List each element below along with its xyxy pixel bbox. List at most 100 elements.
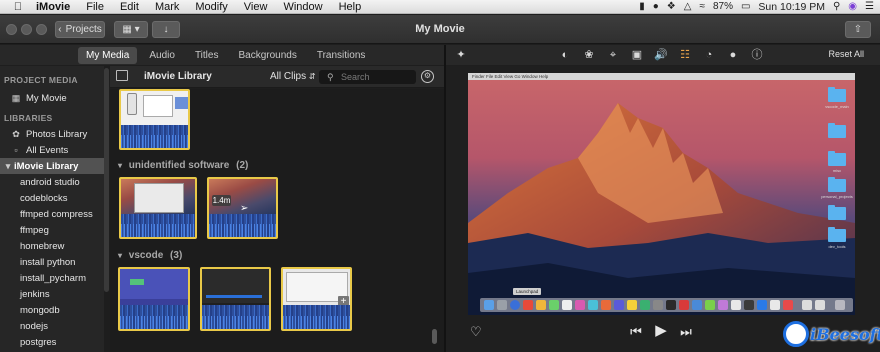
import-button[interactable]: ↓ [152,21,180,38]
desktop-folder-icon [828,87,846,102]
clip-thumbnail[interactable] [200,267,271,331]
audio-waveform [121,125,188,148]
volume-icon[interactable]: 🔊 [654,48,668,62]
disclosure-triangle-icon: ▾ [118,251,123,260]
event-group-header[interactable]: ▾ unidentified software (2) [118,160,248,171]
menu-mark[interactable]: Mark [147,1,187,13]
airplay-icon[interactable]: △ [684,1,692,12]
event-group-header[interactable]: ▾ vscode (3) [118,250,182,261]
menu-app-name[interactable]: iMovie [28,1,78,13]
browser-scrollbar[interactable] [432,329,437,344]
spotlight-icon[interactable]: ⚲ [833,1,840,12]
sidebar-event[interactable]: ffmped compress [0,206,104,222]
magic-wand-icon[interactable]: ✦ [454,48,468,62]
desktop-folder-icon [828,123,846,138]
sidebar-event[interactable]: homebrew [0,238,104,254]
projects-label: Projects [65,24,102,35]
clip-thumbnail[interactable] [118,267,190,331]
dock-app-icon [802,300,812,310]
sidebar-event[interactable]: ffmpeg [0,222,104,238]
sidebar-item-all-events[interactable]: ▫ All Events [0,142,104,158]
menu-view[interactable]: View [236,1,276,13]
zoom-window-button[interactable] [36,24,47,35]
color-balance-icon[interactable]: ◐ [558,48,572,62]
viewer: Finder File Edit View Go Window Help vsc… [446,66,880,352]
tab-backgrounds[interactable]: Backgrounds [230,47,304,64]
skip-forward-icon[interactable]: ⏭ [679,325,693,339]
speed-icon[interactable]: ◔ [702,48,716,62]
play-icon[interactable]: ▶ [653,323,669,338]
sidebar-item-imovie-library[interactable]: ▾ iMovie Library [0,158,104,174]
noise-reduction-icon[interactable]: ● [726,48,740,62]
dropbox-icon[interactable]: ❖ [667,1,676,12]
reset-all-button[interactable]: Reset All [828,49,864,59]
clip-thumbnail[interactable]: 1.4m ➢ [207,177,278,239]
group-count: (2) [236,160,249,171]
apple-menu-icon[interactable]:  [8,1,28,13]
evernote-icon[interactable]: ● [653,1,659,12]
sidebar-event[interactable]: android studio [0,174,104,190]
clip-filter-select[interactable]: All Clips ⇵ [270,71,316,82]
close-window-button[interactable] [6,24,17,35]
sidebar-event[interactable]: install python [0,254,104,270]
sidebar-event[interactable]: install_pycharm [0,270,104,286]
clip-thumbnail[interactable] [119,177,197,239]
tab-audio[interactable]: Audio [141,47,183,64]
menu-file[interactable]: File [78,1,112,13]
tab-titles[interactable]: Titles [187,47,227,64]
equalizer-icon[interactable]: ☷ [678,48,692,62]
disclosure-triangle-icon[interactable]: ▾ [4,161,12,172]
display-icon[interactable]: ▮ [639,1,645,12]
menu-modify[interactable]: Modify [187,1,235,13]
download-arrow-icon: ↓ [163,24,169,35]
stabilization-icon[interactable]: ▣ [630,48,644,62]
desktop-folder-icon [828,177,846,192]
info-icon[interactable]: ⓘ [750,48,764,62]
thumbnail-phone [127,93,137,115]
audio-waveform [121,213,195,237]
sidebar-scrollbar[interactable] [104,68,109,292]
sidebar-item-my-movie[interactable]: ▦ My Movie [0,90,104,106]
minimize-window-button[interactable] [21,24,32,35]
event-label: nodejs [20,320,48,332]
menu-help[interactable]: Help [331,1,370,13]
clock[interactable]: Sun 10:19 PM [758,1,825,13]
tab-transitions[interactable]: Transitions [309,47,374,64]
photos-icon: ✿ [12,128,20,139]
sidebar-event[interactable]: postgres [0,334,104,350]
sidebar-item-photos-library[interactable]: ✿ Photos Library [0,126,104,142]
sidebar-event[interactable]: jenkins [0,286,104,302]
clip-browser: ▾ unidentified software (2) 1.4m ➢ ▾ vsc… [110,89,444,352]
desktop-folder-icon [828,151,846,166]
crop-icon[interactable]: ⌖ [606,48,620,62]
thumbnail-editor-button [130,279,144,285]
wifi-icon[interactable]: ≈ [699,1,705,12]
share-button[interactable]: ⇧ [845,21,871,38]
event-label: mongodb [20,304,60,316]
sidebar-event[interactable]: codeblocks [0,190,104,206]
sidebar-event[interactable]: nodejs [0,318,104,334]
search-input[interactable]: ⚲ Search [319,70,416,84]
clip-thumbnail[interactable] [119,89,190,150]
preview-frame[interactable]: Finder File Edit View Go Window Help vsc… [468,73,855,315]
menu-edit[interactable]: Edit [112,1,147,13]
sidebar-toggle-icon[interactable] [116,70,128,81]
favorite-heart-icon[interactable]: ♡ [470,324,482,340]
dock-app-icon [770,300,780,310]
siri-icon[interactable]: ◉ [848,1,857,12]
settings-gear-icon[interactable]: ⚙ [421,70,434,83]
menu-window[interactable]: Window [275,1,330,13]
color-palette-icon[interactable]: ❀ [582,48,596,62]
tab-my-media[interactable]: My Media [78,46,138,64]
projects-button[interactable]: ‹ Projects [55,21,105,38]
clip-thumbnail[interactable]: + [281,267,352,331]
sidebar-event[interactable]: mongodb [0,302,104,318]
media-browser-toggle[interactable]: ▦ ▾ [114,21,148,38]
system-menu-bar:  iMovie File Edit Mark Modify View Wind… [0,0,880,14]
mouse-pointer-icon: ➢ [240,203,249,214]
skip-back-icon[interactable]: ⏮ [629,325,643,339]
notification-center-icon[interactable]: ☰ [865,1,874,12]
battery-icon[interactable]: ▭ [741,1,750,12]
libraries-header: LIBRARIES [4,113,53,123]
audio-waveform [209,213,276,237]
